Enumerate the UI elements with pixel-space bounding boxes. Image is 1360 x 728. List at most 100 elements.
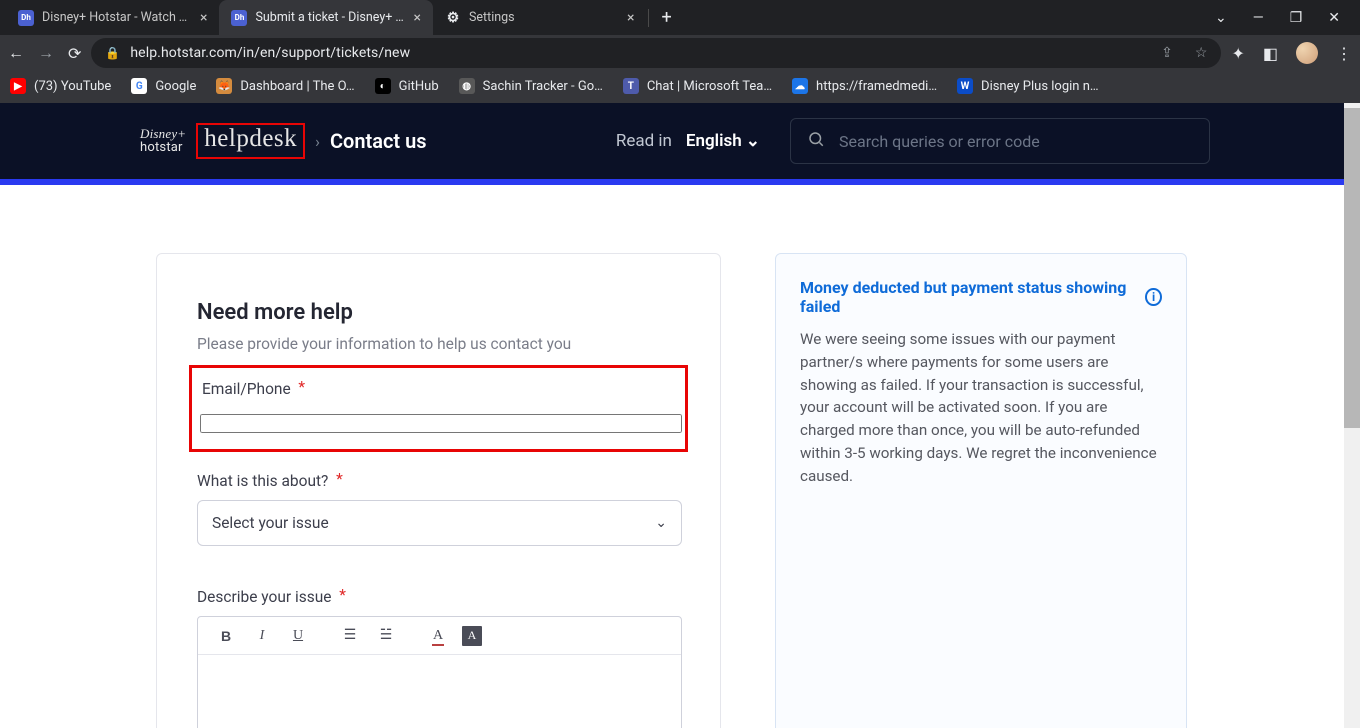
bookmark-label: Dashboard | The O… bbox=[240, 79, 354, 94]
cloud-icon: ☁ bbox=[792, 78, 808, 94]
forward-button[interactable]: → bbox=[38, 43, 54, 63]
info-icon: i bbox=[1145, 288, 1162, 306]
describe-label: Describe your issue * bbox=[197, 588, 680, 606]
numbered-list-button[interactable]: ☱ bbox=[368, 617, 404, 655]
bookmark-dashboard[interactable]: 🦊 Dashboard | The O… bbox=[216, 78, 354, 94]
reload-button[interactable]: ⟳ bbox=[68, 44, 81, 63]
breadcrumb[interactable]: Contact us bbox=[330, 129, 427, 153]
browser-chrome: Dh Disney+ Hotstar - Watch TV Show × Dh … bbox=[0, 0, 1360, 103]
lock-icon: 🔒 bbox=[105, 46, 120, 60]
helpdesk-label: helpdesk bbox=[196, 123, 305, 159]
bold-button[interactable]: B bbox=[208, 617, 244, 655]
extensions-icon[interactable]: ✦ bbox=[1231, 44, 1244, 63]
bookmark-github[interactable]: ◐ GitHub bbox=[375, 78, 439, 94]
bookmark-tracker[interactable]: ◍ Sachin Tracker - Go… bbox=[459, 78, 603, 94]
ticket-form-card: Need more help Please provide your infor… bbox=[156, 253, 721, 728]
bookmarks-bar: ▶ (73) YouTube GGoogle 🦊 Dashboard | The O… bbox=[0, 71, 1360, 103]
bookmark-label: (73) YouTube bbox=[34, 79, 111, 94]
tab-bar: Dh Disney+ Hotstar - Watch TV Show × Dh … bbox=[0, 0, 1360, 35]
favicon-icon: Dh bbox=[18, 10, 34, 26]
tab-title: Submit a ticket - Disney+ Hotstar bbox=[255, 10, 405, 25]
chevron-right-icon: › bbox=[315, 132, 320, 151]
info-panel: Money deducted but payment status showin… bbox=[775, 253, 1187, 728]
language-dropdown[interactable]: English ⌄ bbox=[686, 131, 760, 151]
bookmark-label: Google bbox=[155, 79, 196, 94]
tab-settings[interactable]: ⚙ Settings × bbox=[433, 0, 646, 35]
brand-logo: Disney+ hotstar bbox=[140, 127, 186, 155]
favicon-icon: Dh bbox=[231, 10, 247, 26]
brand-bottom: hotstar bbox=[140, 141, 186, 155]
required-icon: * bbox=[336, 470, 343, 488]
email-label: Email/Phone * bbox=[200, 380, 677, 398]
bullet-list-button[interactable]: ☰ bbox=[332, 617, 368, 655]
bookmark-label: Sachin Tracker - Go… bbox=[483, 79, 603, 94]
about-label: What is this about? * bbox=[197, 472, 680, 490]
tab-hotstar[interactable]: Dh Disney+ Hotstar - Watch TV Show × bbox=[6, 0, 219, 35]
back-button[interactable]: ← bbox=[8, 43, 24, 63]
close-icon[interactable]: × bbox=[200, 10, 207, 26]
bookmark-label: https://framedmedi… bbox=[816, 79, 937, 94]
profile-avatar[interactable] bbox=[1296, 42, 1318, 64]
url-field[interactable]: 🔒 help.hotstar.com/in/en/support/tickets… bbox=[91, 38, 1221, 68]
brand-top: Disney+ bbox=[140, 127, 186, 141]
info-title-link[interactable]: Money deducted but payment status showin… bbox=[800, 278, 1137, 316]
share-icon[interactable]: ⇪ bbox=[1161, 45, 1173, 61]
search-input[interactable] bbox=[839, 132, 1193, 151]
chevron-down-icon[interactable]: ⌄ bbox=[1215, 10, 1227, 26]
readin-label: Read in bbox=[616, 131, 672, 151]
tab-title: Disney+ Hotstar - Watch TV Show bbox=[42, 10, 192, 25]
select-value: Select your issue bbox=[212, 514, 329, 532]
bookmark-google[interactable]: GGoogle bbox=[131, 78, 196, 94]
site-header: Disney+ hotstar helpdesk › Contact us Re… bbox=[0, 103, 1360, 185]
vertical-scrollbar[interactable] bbox=[1344, 103, 1360, 728]
rich-text-editor: B I U ☰ ☱ A A bbox=[197, 616, 682, 728]
minimize-button[interactable]: ― bbox=[1253, 10, 1264, 26]
required-icon: * bbox=[298, 378, 305, 396]
editor-toolbar: B I U ☰ ☱ A A bbox=[198, 617, 681, 655]
bookmark-label: GitHub bbox=[399, 79, 439, 94]
bookmark-disneyplus[interactable]: WDisney Plus login n… bbox=[957, 78, 1099, 94]
bookmark-youtube[interactable]: ▶ (73) YouTube bbox=[10, 78, 111, 94]
describe-field: Describe your issue * B I U ☰ ☱ A A bbox=[197, 588, 680, 728]
brand[interactable]: Disney+ hotstar helpdesk bbox=[140, 123, 305, 159]
site-search[interactable] bbox=[790, 118, 1210, 164]
form-heading: Need more help bbox=[197, 300, 680, 325]
scrollbar-thumb[interactable] bbox=[1344, 108, 1360, 428]
gear-icon: ⚙ bbox=[445, 10, 461, 26]
chevron-down-icon: ⌄ bbox=[746, 131, 760, 151]
language-switcher: Read in English ⌄ bbox=[616, 131, 760, 151]
tab-submit-ticket[interactable]: Dh Submit a ticket - Disney+ Hotstar × bbox=[219, 0, 432, 35]
about-select[interactable]: Select your issue ⌄ bbox=[197, 500, 682, 546]
star-icon[interactable]: ☆ bbox=[1195, 45, 1208, 61]
close-icon[interactable]: × bbox=[627, 10, 634, 26]
search-icon bbox=[807, 130, 825, 153]
disney-icon: W bbox=[957, 78, 973, 94]
underline-button[interactable]: U bbox=[280, 617, 316, 655]
new-tab-button[interactable]: + bbox=[661, 7, 671, 28]
bookmark-framedmedia[interactable]: ☁ https://framedmedi… bbox=[792, 78, 937, 94]
window-controls: ⌄ ― ❐ ✕ bbox=[1215, 10, 1354, 26]
sidepanel-icon[interactable]: ◧ bbox=[1263, 44, 1278, 63]
bookmark-label: Chat | Microsoft Tea… bbox=[647, 79, 772, 94]
editor-textarea[interactable] bbox=[198, 655, 681, 728]
menu-icon[interactable]: ⋮ bbox=[1336, 44, 1352, 63]
github-icon: ◐ bbox=[375, 78, 391, 94]
youtube-icon: ▶ bbox=[10, 78, 26, 94]
text-color-button[interactable]: A bbox=[420, 617, 456, 655]
bookmark-teams[interactable]: TChat | Microsoft Tea… bbox=[623, 78, 772, 94]
highlight-button[interactable]: A bbox=[462, 626, 482, 646]
url-text: help.hotstar.com/in/en/support/tickets/n… bbox=[130, 45, 410, 61]
dashboard-icon: 🦊 bbox=[216, 78, 232, 94]
close-icon[interactable]: × bbox=[413, 10, 420, 26]
maximize-button[interactable]: ❐ bbox=[1290, 10, 1303, 26]
italic-button[interactable]: I bbox=[244, 617, 280, 655]
tracker-icon: ◍ bbox=[459, 78, 475, 94]
close-window-button[interactable]: ✕ bbox=[1328, 10, 1340, 26]
required-icon: * bbox=[339, 586, 346, 604]
language-value: English bbox=[686, 131, 742, 151]
chevron-down-icon: ⌄ bbox=[655, 515, 667, 531]
tab-title: Settings bbox=[469, 10, 619, 25]
email-phone-input[interactable] bbox=[200, 414, 682, 433]
info-body: We were seeing some issues with our paym… bbox=[800, 328, 1162, 488]
info-title-row: Money deducted but payment status showin… bbox=[800, 278, 1162, 316]
